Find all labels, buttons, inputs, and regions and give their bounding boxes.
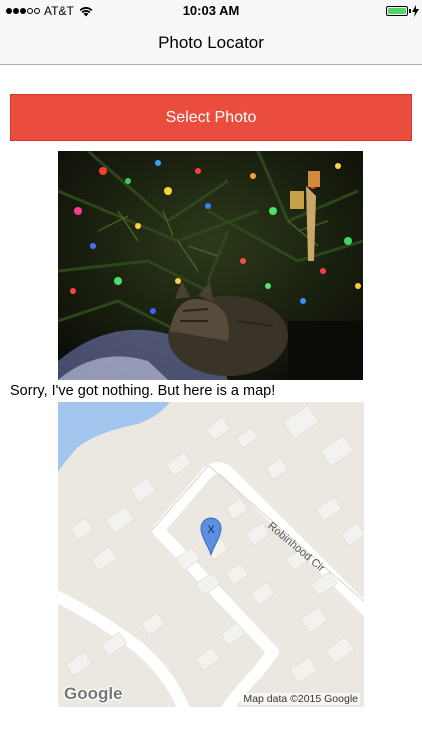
map-attribution[interactable]: Map data ©2015 Google <box>241 693 360 705</box>
page-title: Photo Locator <box>158 33 264 52</box>
pin-label: X <box>207 524 215 536</box>
selected-photo <box>58 151 363 380</box>
no-location-message: Sorry, I've got nothing. But here is a m… <box>10 383 276 399</box>
location-pin-icon[interactable]: X <box>200 517 222 557</box>
battery-tip <box>409 9 411 13</box>
map-view[interactable]: Robinhood Cir X Google Map data ©2015 Go… <box>58 402 364 707</box>
battery-level <box>388 8 406 14</box>
google-logo: Google <box>64 684 123 703</box>
navigation-bar: Photo Locator <box>0 22 422 65</box>
select-photo-button[interactable]: Select Photo <box>10 94 412 141</box>
battery-icon <box>386 6 408 16</box>
status-bar: AT&T 10:03 AM <box>0 0 422 22</box>
charging-icon <box>412 5 419 17</box>
status-time: 10:03 AM <box>182 3 240 18</box>
photo-image <box>58 151 363 380</box>
